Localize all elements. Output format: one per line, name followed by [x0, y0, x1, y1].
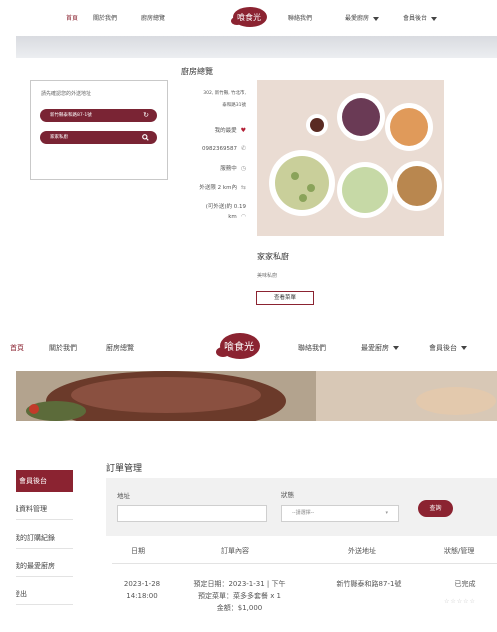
- order-date: 2023-1-28 14:18:00: [119, 578, 165, 602]
- hero-image: [16, 371, 497, 421]
- header-banner: [16, 36, 497, 58]
- search-input[interactable]: 家家私廚: [40, 131, 157, 144]
- nav-home[interactable]: 首頁: [10, 343, 24, 353]
- sidebar-item-favorites[interactable]: 我的最愛廚房: [16, 555, 73, 577]
- address-prompt: 請先確認您的外送地址: [41, 91, 92, 97]
- chevron-down-icon: [373, 16, 380, 21]
- sidebar-item-label: 我的訂購紀錄: [16, 534, 55, 542]
- service-status: 服務中: [220, 166, 237, 172]
- brand-logo[interactable]: 喰食光: [212, 330, 264, 364]
- top-navbar: 首頁 關於我們 廚房總覽 喰食光 聯絡我們 最愛廚房 會員後台: [0, 0, 497, 34]
- kitchen-address-line1: 302, 新竹縣, 竹北市,: [203, 91, 246, 96]
- status-select-value: --請選擇--: [292, 510, 315, 516]
- nav-favorites-label: 最愛廚房: [345, 15, 370, 22]
- phone-number: 0982369587: [201, 146, 237, 152]
- chevron-down-icon: ▾: [385, 510, 388, 516]
- logo-text: 喰食光: [224, 340, 254, 353]
- view-menu-button[interactable]: 查看菜單: [256, 291, 314, 305]
- nav-member[interactable]: 會員後台: [429, 343, 467, 353]
- orders-table: 日期 訂單內容 外送地址 狀態/管理 2023-1-28 14:18:00 預定…: [106, 536, 497, 632]
- nav-member[interactable]: 會員後台: [403, 13, 438, 22]
- nav-home[interactable]: 首頁: [66, 13, 78, 22]
- top-navbar-2: 首頁 關於我們 廚房總覽 喰食光 聯絡我們 最愛廚房 會員後台: [0, 330, 497, 368]
- sidebar-item-orders[interactable]: 我的訂購紀錄: [16, 527, 73, 549]
- search-icon[interactable]: [142, 131, 149, 144]
- order-content: 預定日期：2023-1-31 | 下午 預定菜單：菜多多套餐 x 1 金額：$1…: [182, 578, 297, 614]
- sidebar-item-label: 會員資料管理: [16, 505, 47, 513]
- refresh-icon[interactable]: ↻: [143, 109, 149, 122]
- food-image: [257, 80, 444, 236]
- nav-about[interactable]: 關於我們: [49, 343, 77, 353]
- table-divider: [112, 563, 497, 564]
- nav-contact[interactable]: 聯絡我們: [288, 13, 312, 22]
- page-title: 訂單管理: [106, 464, 143, 474]
- phone-icon: ✆: [240, 145, 246, 152]
- favorite-label: 我的最愛: [214, 128, 237, 134]
- nav-favorites[interactable]: 最愛廚房: [345, 13, 380, 22]
- nav-favorites-label: 最愛廚房: [361, 344, 389, 352]
- order-address: 新竹縣泰和路87-1號: [336, 580, 402, 588]
- nav-member-label: 會員後台: [429, 344, 457, 352]
- delivery-icon: ⇆: [240, 184, 246, 191]
- distance-line2: km: [228, 214, 237, 220]
- nav-kitchens[interactable]: 廚房總覽: [141, 13, 165, 22]
- status-row: 服務中 ◷: [150, 164, 246, 172]
- heart-icon[interactable]: ♥: [241, 127, 246, 134]
- address-value: 新竹縣泰和路87-1號: [50, 113, 92, 118]
- address-label: 地址: [117, 492, 130, 500]
- search-value: 家家私廚: [50, 135, 68, 140]
- order-date-line2: 14:18:00: [126, 592, 158, 600]
- rating-stars[interactable]: ☆☆☆☆☆: [444, 598, 476, 605]
- nav-about[interactable]: 關於我們: [93, 13, 117, 22]
- nav-contact[interactable]: 聯絡我們: [298, 343, 326, 353]
- order-date-line1: 2023-1-28: [123, 580, 161, 588]
- wifi-icon: ◠: [240, 213, 246, 220]
- column-header-address: 外送地址: [348, 547, 376, 555]
- column-header-date: 日期: [131, 547, 145, 555]
- sidebar-item-profile[interactable]: 會員資料管理: [16, 498, 73, 520]
- delivery-range: 外送限 2 km內: [199, 185, 237, 191]
- favorite-row[interactable]: 我的最愛 ♥: [150, 126, 246, 134]
- kitchen-address-line2: 泰和路31號: [222, 103, 246, 108]
- kitchen-photo: [257, 80, 444, 236]
- distance-line1: (可外送)約 0.19: [205, 204, 246, 210]
- logo-text: 喰食光: [237, 12, 261, 22]
- clock-icon: ◷: [240, 165, 246, 172]
- nav-kitchens[interactable]: 廚房總覽: [106, 343, 134, 353]
- kitchen-name[interactable]: 家家私廚: [257, 251, 289, 262]
- brand-logo[interactable]: 喰食光: [228, 5, 270, 29]
- chevron-down-icon: [431, 16, 438, 21]
- nav-member-label: 會員後台: [403, 15, 428, 22]
- search-button[interactable]: 查詢: [418, 500, 453, 517]
- address-filter-input[interactable]: [117, 505, 267, 522]
- column-header-status: 狀態/管理: [444, 547, 475, 555]
- status-label: 狀態: [281, 491, 294, 499]
- address-field[interactable]: 新竹縣泰和路87-1號 ↻: [40, 109, 157, 122]
- chevron-down-icon: [461, 346, 467, 350]
- phone-row: 0982369587 ✆: [150, 145, 246, 152]
- order-content-line1: 預定日期：2023-1-31 | 下午: [193, 580, 286, 588]
- chevron-down-icon: [393, 346, 399, 350]
- kitchen-description: 美味私廚: [257, 273, 278, 279]
- orders-panel: 地址 狀態 --請選擇-- ▾ 查詢 日期 訂單內容 外送地址 狀態/管理 20…: [106, 478, 497, 632]
- order-content-line2: 預定菜單：菜多多套餐 x 1: [197, 592, 282, 600]
- column-header-content: 訂單內容: [221, 547, 249, 555]
- section-title: 廚房總覽: [181, 67, 213, 76]
- hero-banner: [16, 371, 497, 421]
- address-box: 請先確認您的外送地址 新竹縣泰和路87-1號 ↻ 家家私廚: [30, 80, 168, 180]
- sidebar-item-logout[interactable]: 登出: [16, 583, 73, 605]
- status-select[interactable]: --請選擇-- ▾: [281, 505, 399, 522]
- order-content-line3: 金額：$1,000: [216, 604, 263, 612]
- order-status: 已完成: [454, 580, 476, 588]
- sidebar-item-member[interactable]: 會員後台: [16, 470, 73, 492]
- nav-favorites[interactable]: 最愛廚房: [361, 343, 399, 353]
- distance-row: km ◠: [150, 213, 246, 220]
- sidebar-item-label: 我的最愛廚房: [16, 562, 55, 570]
- sidebar-item-label: 登出: [16, 590, 27, 598]
- range-row: 外送限 2 km內 ⇆: [150, 183, 246, 191]
